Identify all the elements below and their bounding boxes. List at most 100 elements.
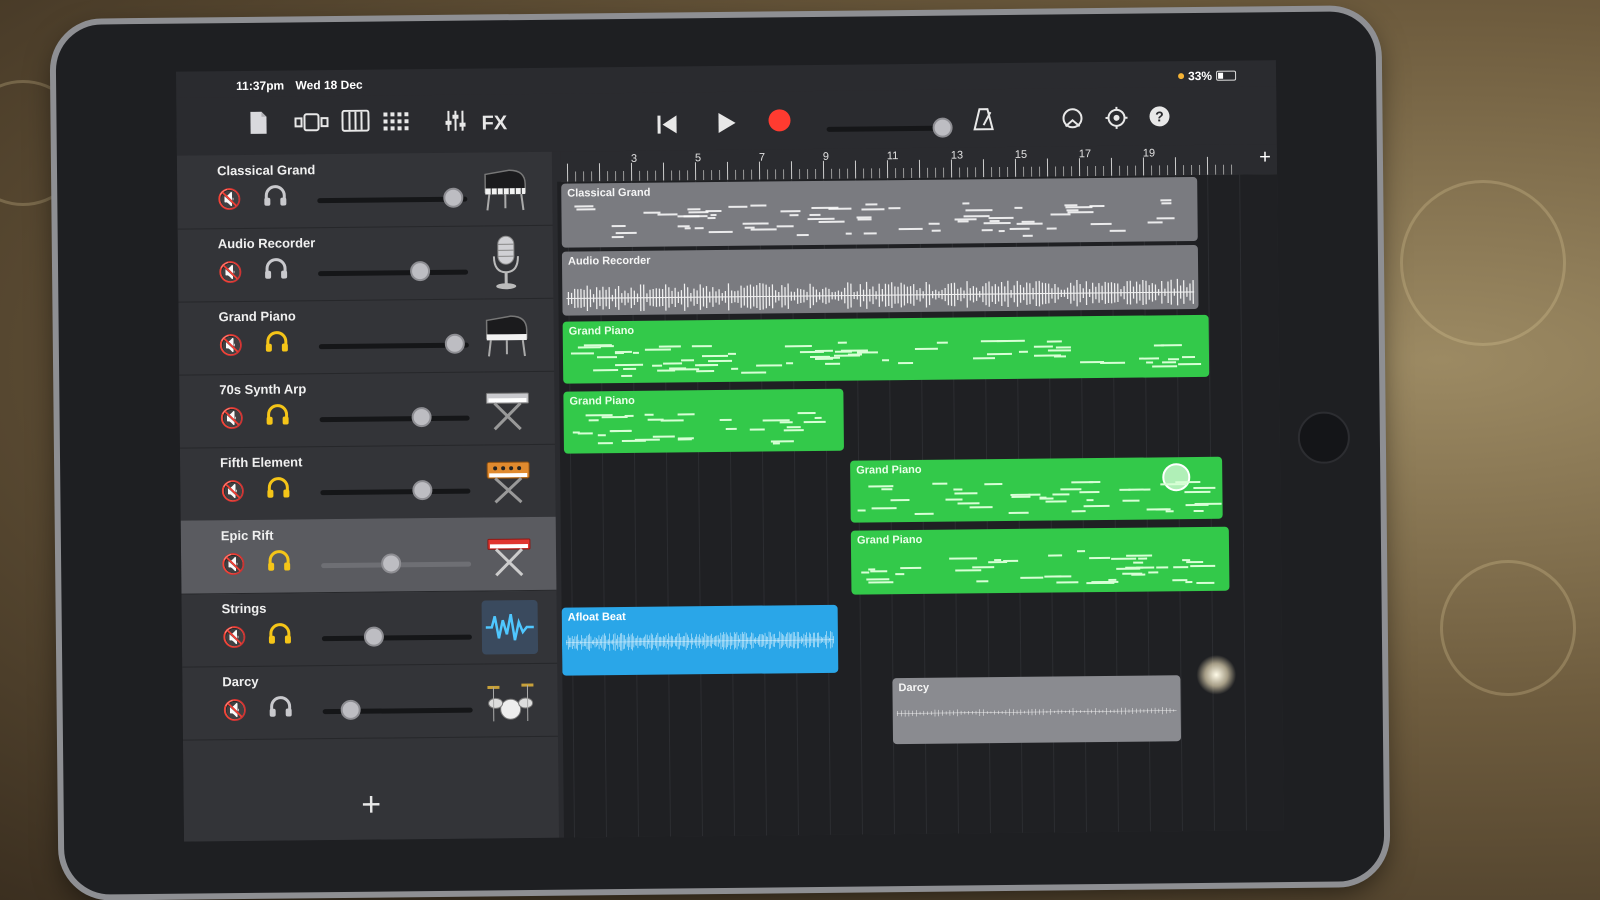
midi-note [1022,234,1033,237]
red-keyboard-icon[interactable] [481,527,538,582]
audio-waveform [565,631,834,652]
ruler-tick [790,161,793,180]
midi-note [725,427,738,430]
track-volume-slider[interactable] [318,269,469,277]
headphones-icon[interactable] [268,622,292,650]
help-icon[interactable]: ? [1148,105,1170,135]
track-header-epic-rift[interactable]: Epic Rift 🔇 [180,516,557,595]
drum-kit-icon[interactable] [482,673,539,728]
track-volume-knob[interactable] [381,553,402,574]
midi-note [811,206,839,209]
grand-piano-icon[interactable] [477,162,534,217]
region-grand-piano-1[interactable]: Grand Piano [562,314,1210,384]
track-volume-knob[interactable] [443,187,464,208]
settings-icon[interactable] [1104,106,1128,138]
mute-icon[interactable]: 🔇 [222,625,247,650]
headphones-icon[interactable] [267,549,291,577]
loop-browser-icon[interactable] [1060,106,1084,138]
midi-note [954,218,978,221]
midi-note [1151,365,1178,368]
midi-note [1008,512,1029,515]
ruler-tick [598,163,601,182]
headphones-icon[interactable] [263,185,287,213]
mute-icon[interactable]: 🔇 [223,698,248,723]
track-header-70s-synth-arp[interactable]: 70s Synth Arp 🔇 [179,370,555,449]
mute-icon[interactable]: 🔇 [220,479,245,504]
grand-piano-icon[interactable] [478,308,535,363]
region-audio-recorder[interactable]: Audio Recorder [561,244,1199,316]
track-volume-slider[interactable] [320,488,471,496]
track-volume-knob[interactable] [411,407,432,428]
midi-note [779,421,793,424]
headphones-icon[interactable] [265,331,289,359]
metronome-icon[interactable] [972,107,994,139]
ruler-tick [575,171,577,182]
track-volume-knob[interactable] [412,480,433,501]
mixer-icon[interactable] [444,109,466,141]
fx-button[interactable]: FX [481,108,507,138]
track-volume-knob[interactable] [444,333,465,354]
ruler-bar-17: 17 [1078,148,1092,161]
track-header-strings[interactable]: Strings 🔇 [181,589,558,668]
ruler-tick [1135,165,1137,176]
headphones-icon[interactable] [266,477,290,505]
track-header-classical-grand[interactable]: Classical Grand 🔇 [176,151,553,230]
add-track-button[interactable]: + [183,768,559,842]
midi-note [1083,504,1110,508]
midi-note [730,367,738,370]
region-darcy[interactable]: Darcy [892,675,1182,745]
play-icon[interactable] [716,112,736,142]
headphones-icon[interactable] [265,404,289,432]
my-songs-icon[interactable] [248,111,268,143]
track-view-icon[interactable] [294,110,329,140]
add-section-button[interactable]: + [1259,146,1271,169]
midi-note [983,222,1011,225]
mute-icon[interactable]: 🔇 [217,187,242,212]
midi-note [588,419,599,422]
region-label: Afloat Beat [567,610,626,624]
track-volume-slider[interactable] [321,634,472,642]
tracks-area[interactable]: Classical Grand Audio Recorder Grand Pia… [557,174,1284,838]
region-grand-piano-3[interactable]: Grand Piano [850,456,1223,523]
track-header-grand-piano[interactable]: Grand Piano 🔇 [178,297,555,376]
go-to-beginning-icon[interactable] [656,112,678,142]
microphone-icon[interactable] [478,235,535,290]
master-volume-knob[interactable] [932,117,953,138]
keyboard-view-icon[interactable] [341,109,370,140]
home-button[interactable] [1297,411,1351,464]
midi-note [1039,497,1054,500]
ruler-tick [999,167,1001,178]
waveform-icon[interactable] [481,599,539,655]
mute-icon[interactable]: 🔇 [219,333,244,358]
region-afloat-beat[interactable]: Afloat Beat [561,604,839,676]
track-volume-knob[interactable] [340,699,361,720]
grid-view-icon[interactable] [382,109,409,139]
mute-icon[interactable]: 🔇 [221,552,246,577]
ruler-tick [1127,165,1129,176]
track-header-audio-recorder[interactable]: Audio Recorder 🔇 [177,224,554,303]
synth-icon[interactable] [480,454,537,509]
headphones-icon[interactable] [264,258,288,286]
ruler-tick [1167,165,1169,176]
master-volume-slider[interactable] [826,125,937,132]
ruler-tick [758,161,761,180]
headphones-icon[interactable] [269,695,293,723]
mute-icon[interactable]: 🔇 [218,260,243,285]
midi-note [1016,222,1043,225]
ruler-bar-13: 13 [950,149,964,162]
midi-note [742,222,769,226]
mute-icon[interactable]: 🔇 [219,406,245,431]
track-volume-knob[interactable] [409,261,431,282]
midi-note [771,440,794,443]
midi-note [1045,500,1067,503]
track-volume-knob[interactable] [363,626,385,647]
region-classical-grand[interactable]: Classical Grand [561,176,1198,248]
keyboard-stand-icon[interactable] [479,381,536,436]
region-grand-piano-2[interactable]: Grand Piano [563,388,844,454]
midi-note [1184,490,1211,494]
track-volume-slider[interactable] [319,415,470,423]
region-grand-piano-4[interactable]: Grand Piano [850,526,1230,595]
track-header-fifth-element[interactable]: Fifth Element 🔇 [179,443,556,522]
track-header-darcy[interactable]: Darcy 🔇 [182,662,558,741]
record-button[interactable] [768,109,791,139]
